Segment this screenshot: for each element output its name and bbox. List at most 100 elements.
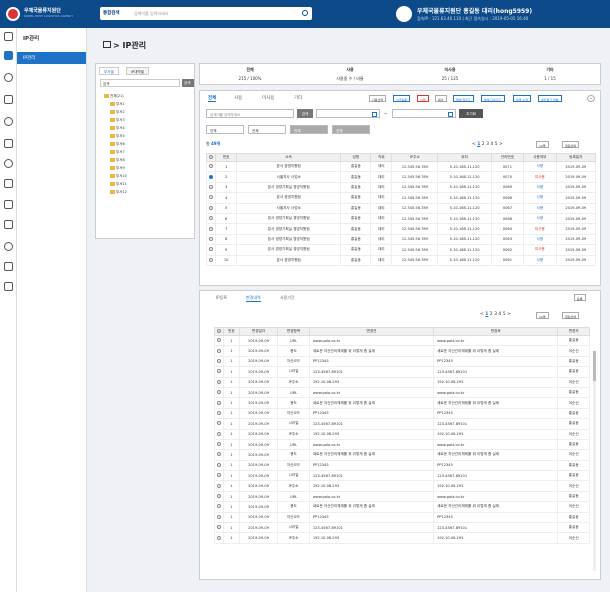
table-row[interactable]: 1 2019-09-09 자산코드 PP12345 PP12345 홍길동 [213,355,590,368]
select-all-checkbox[interactable] [213,327,225,336]
table-row[interactable]: 9 본사 경영기획실 경영지원팀 홍길동 대리 12.345.56.789 5-10.16… [205,244,597,256]
row-checkbox[interactable] [205,233,217,246]
excel-upload-button[interactable]: 엑셀 업로드 [453,95,474,102]
column-header[interactable]: 변경항목 [277,327,310,336]
tree-root[interactable]: 전체(21) [104,94,124,99]
tree-node[interactable]: 부서5 [110,134,125,139]
calendar-icon[interactable] [372,111,377,117]
table-row[interactable]: 7 본사 경영기획실 경영지원팀 홍길동 대리 12.345.56.789 5-10.16… [205,223,597,235]
bulk-edit-button[interactable]: 일괄 수정 [513,95,531,102]
column-header[interactable]: 변경일자 [238,327,279,336]
tree-node[interactable]: 부서9 [110,166,125,171]
tab-ip-register[interactable]: IP등록 [216,295,227,301]
table-row[interactable]: 1 2019-09-09 IP주소 192.10.08.293 192.10.08.29… [213,480,590,492]
clock-icon[interactable] [4,117,13,126]
gear-icon[interactable] [4,159,13,168]
row-checkbox[interactable] [213,438,225,451]
table-row[interactable]: 10 본사 경영지원팀 홍길동 대리 12.345.56.789 5-10.168.11.… [205,254,597,266]
row-checkbox[interactable] [213,334,225,347]
row-checkbox[interactable] [213,459,225,472]
copy-button[interactable]: 복사 [435,95,447,102]
column-header[interactable]: 위치 [437,153,492,162]
row-checkbox[interactable] [213,480,225,492]
row-checkbox[interactable] [205,181,217,194]
table-row[interactable]: 1 2019-09-09 IP주소 192.10.08.293 192.10.08.29… [213,376,590,388]
tab-other[interactable]: 기타 [294,95,302,101]
table-row[interactable]: 4 본사 경영지원팀 홍길동 대리 12.345.56.789 5-10.168.11.1… [205,192,597,204]
row-checkbox[interactable] [205,254,217,266]
column-header[interactable]: 변경후 [433,327,559,336]
history-scrollbar[interactable] [593,351,596,571]
filter-select-3[interactable]: 전체 [290,125,328,134]
table-row[interactable]: 1 본사 경영지원팀 홍길동 대리 12.345.56.789 5-10.168.11.1… [205,160,597,173]
column-header[interactable]: IP주소 [391,153,439,162]
detail-save-button[interactable]: 등록 [574,294,586,301]
row-checkbox[interactable] [213,522,225,534]
row-checkbox[interactable] [205,160,217,173]
table-row[interactable]: 1 2019-09-09 용도 새로운 자산관리체제를 위 이렇게 좀 실제 새로운 자… [213,397,590,409]
table-row[interactable]: 1 2019-09-09 URL www.pola.co.kr www.pola.co.… [213,438,590,451]
table-row[interactable]: 1 2019-09-09 URL www.pola.co.kr www.pola.co.… [213,334,590,347]
headset-icon[interactable] [4,73,13,82]
search-input[interactable]: 검색어를 입력하세요 [134,11,168,17]
delete-button[interactable]: 삭제 [417,95,429,102]
org-logo[interactable] [6,7,20,21]
tree-node[interactable]: 부서3 [110,118,125,123]
select-all-checkbox[interactable] [205,153,217,162]
add-icon[interactable]: + [587,95,595,102]
table-row[interactable]: 1 2019-09-09 용도 새로운 자산관리체제를 위 이렇게 좀 실제 새로운 자… [213,345,590,357]
row-checkbox[interactable] [213,355,225,368]
tree-search-button[interactable]: 검색 [182,79,194,87]
column-header[interactable]: 변경전 [308,327,435,336]
row-checkbox[interactable] [213,407,225,420]
tab-usage-period[interactable]: 사용기간 [280,295,295,301]
table-row[interactable]: 5 서울지사 사업소 홍길동 대리 12.345.56.789 5-10.168.11.1… [205,202,597,214]
column-header[interactable]: 직위 [370,153,393,162]
menu-item-ip[interactable]: IP관리 [17,52,86,64]
table-row[interactable]: 1 2019-09-09 자산코드 PP12345 PP12345 홍길동 [213,407,590,420]
row-checkbox[interactable] [213,470,225,482]
tab-used[interactable]: 사용 [234,95,242,101]
tab-change-history[interactable]: 변경내역 [246,295,261,302]
global-search[interactable]: 통합검색 검색어를 입력하세요 [100,7,312,20]
row-checkbox[interactable] [213,428,225,440]
row-checkbox[interactable] [213,511,225,524]
tree-node[interactable]: 부서4 [110,126,125,131]
ip-grid-icon[interactable] [4,51,13,60]
book-icon[interactable] [4,200,13,209]
tree-node[interactable]: 부서10 [110,174,127,179]
table-row[interactable]: 1 2019-09-09 URL www.pola.co.kr www.pola.co.… [213,386,590,399]
table-row[interactable]: 1 2019-09-09 용도 새로운 자산관리체제를 위 이렇게 좀 실제 새로운 자… [213,449,590,461]
row-checkbox[interactable] [205,223,217,235]
column-header[interactable]: 성명 [340,153,372,162]
tree-node[interactable]: 부서1 [110,102,125,107]
use-select-dropdown[interactable]: 사용선택 [369,95,387,102]
filter-select-1[interactable]: 전체 [206,125,244,134]
table-row[interactable]: 6 본사 경영기획실 경영지원팀 홍길동 대리 12.345.56.789 5-10.16… [205,212,597,225]
tree-search-input[interactable]: 검색 [100,79,180,87]
settings-icon[interactable] [4,242,13,251]
search-scope[interactable]: 통합검색 [103,10,120,16]
date-to-field[interactable] [392,109,456,118]
row-checkbox[interactable] [213,345,225,357]
table-row[interactable]: 1 2019-09-09 용도 새로운 자산관리체제를 위 이렇게 좀 실제 새로운 자… [213,501,590,513]
column-header[interactable]: 변경자 [557,327,590,336]
tree-node[interactable]: 부서11 [110,182,127,187]
tree-node[interactable]: 부서8 [110,158,125,163]
table-row[interactable]: 1 2019-09-09 IP주소 192.10.08.293 192.10.08.29… [213,428,590,440]
home-icon[interactable] [103,41,111,48]
table-row[interactable]: 1 2019-09-09 시리얼 123-4567-89101 123-4567-891… [213,366,590,378]
graduation-icon[interactable] [4,179,13,188]
filter-select-4[interactable]: 전체 [332,125,370,134]
row-checkbox[interactable] [213,418,225,430]
tab-by-ip-range[interactable]: IP대역별 [126,67,149,75]
tree-node[interactable]: 부서2 [110,110,125,115]
list-page-size[interactable]: 10줄 [536,141,549,148]
calendar-icon[interactable] [448,111,453,117]
row-checkbox[interactable] [213,397,225,409]
tab-all[interactable]: 전체 [208,95,217,102]
table-row[interactable]: 1 2019-09-09 자산코드 PP12345 PP12345 홍길동 [213,511,590,524]
warning-icon[interactable] [4,95,13,104]
row-checkbox[interactable] [213,532,225,544]
row-checkbox[interactable] [205,244,217,256]
